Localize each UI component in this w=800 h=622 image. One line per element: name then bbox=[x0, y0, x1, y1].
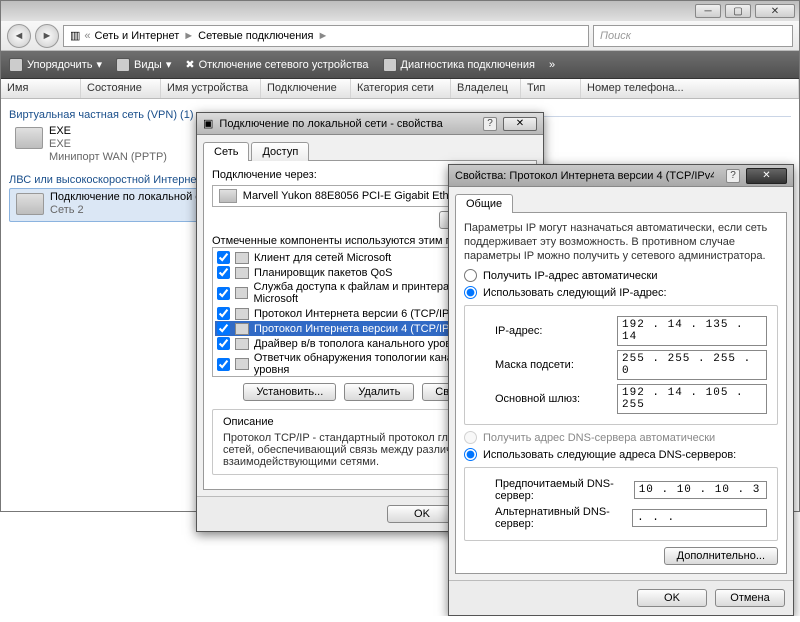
minimize-button[interactable]: ─ bbox=[695, 4, 721, 18]
dialog-close-button[interactable]: ✕ bbox=[746, 168, 787, 184]
cancel-button[interactable]: Отмена bbox=[715, 589, 785, 607]
ok-button[interactable]: OK bbox=[387, 505, 457, 523]
ok-button[interactable]: OK bbox=[637, 589, 707, 607]
component-icon bbox=[235, 252, 249, 264]
crumb-2[interactable]: Сетевые подключения bbox=[198, 30, 313, 42]
col-type[interactable]: Тип bbox=[521, 79, 581, 98]
mask-label: Маска подсети: bbox=[495, 359, 574, 371]
dns1-input[interactable]: 10 . 10 . 10 . 3 bbox=[634, 481, 767, 499]
col-cat[interactable]: Категория сети bbox=[351, 79, 451, 98]
dialog-title: Свойства: Протокол Интернета версии 4 (T… bbox=[455, 170, 714, 182]
component-icon bbox=[235, 358, 249, 370]
component-icon bbox=[235, 323, 249, 335]
ip-label: IP-адрес: bbox=[495, 325, 542, 337]
component-icon bbox=[235, 267, 249, 279]
dialog-close-button[interactable]: ✕ bbox=[503, 117, 537, 131]
organize-menu[interactable]: Упорядочить ▾ bbox=[9, 58, 102, 72]
tab-general[interactable]: Общие bbox=[455, 194, 513, 213]
crumb-1[interactable]: Сеть и Интернет bbox=[95, 30, 180, 42]
tab-access[interactable]: Доступ bbox=[251, 142, 309, 161]
close-button[interactable]: ✕ bbox=[755, 4, 795, 18]
dns1-label: Предпочитаемый DNS-сервер: bbox=[495, 478, 634, 502]
help-button[interactable]: ? bbox=[726, 169, 740, 183]
ipv4-properties-dialog: Свойства: Протокол Интернета версии 4 (T… bbox=[448, 164, 794, 616]
install-button[interactable]: Установить... bbox=[243, 383, 336, 401]
component-icon bbox=[235, 287, 248, 299]
forward-button[interactable]: ► bbox=[35, 24, 59, 48]
overflow-chevron[interactable]: » bbox=[549, 59, 555, 71]
column-headers: Имя Состояние Имя устройства Подключение… bbox=[1, 79, 799, 99]
views-menu[interactable]: Виды ▾ bbox=[116, 58, 171, 72]
component-label: Клиент для сетей Microsoft bbox=[254, 252, 391, 264]
dialog-title: Подключение по локальной сети - свойства bbox=[219, 118, 442, 130]
maximize-button[interactable]: ▢ bbox=[725, 4, 751, 18]
command-bar: Упорядочить ▾ Виды ▾ ✖Отключение сетевог… bbox=[1, 51, 799, 79]
dialog-titlebar: Свойства: Протокол Интернета версии 4 (T… bbox=[449, 165, 793, 187]
dns2-label: Альтернативный DNS-сервер: bbox=[495, 506, 632, 530]
window-titlebar: ─ ▢ ✕ bbox=[1, 1, 799, 21]
connection-icon bbox=[15, 127, 43, 149]
radio-dns-auto[interactable]: Получить адрес DNS-сервера автоматически bbox=[464, 431, 778, 444]
col-name[interactable]: Имя bbox=[1, 79, 81, 98]
component-icon bbox=[235, 338, 249, 350]
ip-address-input[interactable]: 192 . 14 . 135 . 14 bbox=[617, 316, 767, 346]
tab-network[interactable]: Сеть bbox=[203, 142, 249, 161]
adapter-icon bbox=[219, 189, 237, 203]
diagnose-button[interactable]: Диагностика подключения bbox=[383, 58, 535, 72]
radio-ip-auto[interactable]: Получить IP-адрес автоматически bbox=[464, 269, 778, 282]
diagnose-icon bbox=[383, 58, 397, 72]
folder-icon: ▥ bbox=[70, 29, 80, 42]
col-state[interactable]: Состояние bbox=[81, 79, 161, 98]
col-owner[interactable]: Владелец bbox=[451, 79, 521, 98]
gateway-label: Основной шлюз: bbox=[495, 393, 580, 405]
views-icon bbox=[116, 58, 130, 72]
component-label: Планировщик пакетов QoS bbox=[254, 267, 393, 279]
nav-bar: ◄ ► ▥ « Сеть и Интернет ► Сетевые подклю… bbox=[1, 21, 799, 51]
gateway-input[interactable]: 192 . 14 . 105 . 255 bbox=[617, 384, 767, 414]
component-label: Протокол Интернета версии 4 (TCP/IPv4) bbox=[254, 323, 465, 335]
search-placeholder: Поиск bbox=[600, 30, 631, 42]
connection-icon bbox=[16, 193, 44, 215]
intro-text: Параметры IP могут назначаться автоматич… bbox=[464, 221, 778, 263]
search-input[interactable]: Поиск bbox=[593, 25, 793, 47]
component-icon bbox=[235, 308, 249, 320]
dialog-titlebar: ▣ Подключение по локальной сети - свойст… bbox=[197, 113, 543, 135]
back-button[interactable]: ◄ bbox=[7, 24, 31, 48]
col-device[interactable]: Имя устройства bbox=[161, 79, 261, 98]
tab-strip: Сеть Доступ bbox=[203, 141, 537, 161]
disable-device-button[interactable]: ✖Отключение сетевого устройства bbox=[185, 58, 368, 71]
col-conn[interactable]: Подключение bbox=[261, 79, 351, 98]
subnet-mask-input[interactable]: 255 . 255 . 255 . 0 bbox=[617, 350, 767, 380]
component-label: Драйвер в/в тополога канального уровня bbox=[254, 338, 463, 350]
component-label: Протокол Интернета версии 6 (TCP/IPv6) bbox=[254, 308, 465, 320]
dns2-input[interactable]: . . . bbox=[632, 509, 767, 527]
advanced-button[interactable]: Дополнительно... bbox=[664, 547, 778, 565]
help-button[interactable]: ? bbox=[483, 117, 497, 131]
remove-button[interactable]: Удалить bbox=[344, 383, 414, 401]
dialog-icon: ▣ bbox=[203, 117, 213, 130]
radio-ip-manual[interactable]: Использовать следующий IP-адрес: bbox=[464, 286, 778, 299]
breadcrumb[interactable]: ▥ « Сеть и Интернет ► Сетевые подключени… bbox=[63, 25, 589, 47]
radio-dns-manual[interactable]: Использовать следующие адреса DNS-сервер… bbox=[464, 448, 778, 461]
organize-icon bbox=[9, 58, 23, 72]
col-phone[interactable]: Номер телефона... bbox=[581, 79, 799, 98]
